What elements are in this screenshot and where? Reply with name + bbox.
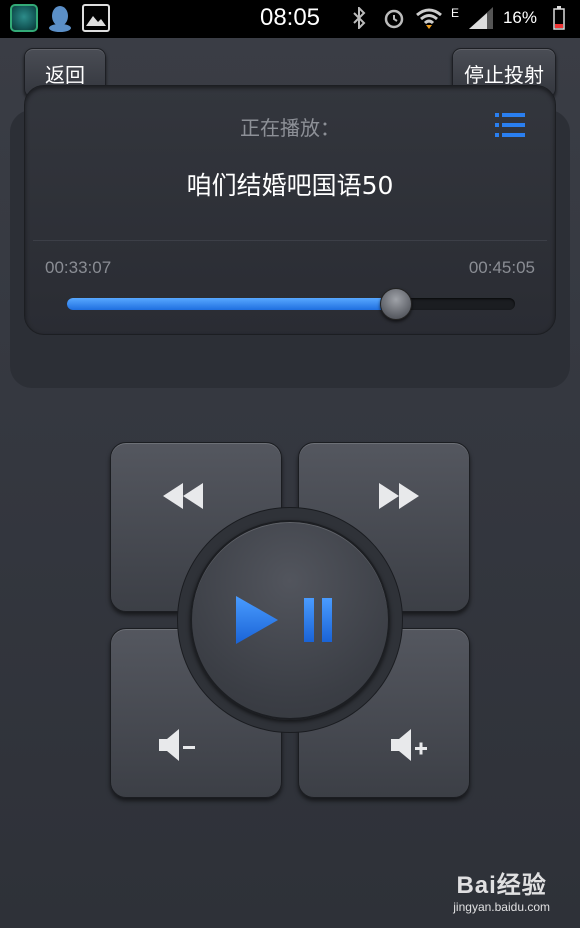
alarm-icon	[381, 5, 407, 31]
total-time: 00:45:05	[468, 258, 535, 277]
watermark-logo: Bai经验	[456, 872, 547, 899]
battery-percent: 16%	[502, 8, 537, 27]
network-type-label: E	[450, 6, 459, 20]
panel-divider	[33, 240, 547, 241]
bluetooth-icon	[346, 5, 372, 31]
battery-icon	[546, 5, 572, 31]
progress-fill	[67, 298, 397, 310]
watermark-url: jingyan.baidu.com	[453, 900, 550, 914]
current-time: 00:33:07	[45, 258, 112, 277]
now-playing-panel: 正在播放： 咱们结婚吧国语50 00:33:07 00:45:05	[24, 85, 556, 335]
now-playing-label: 正在播放：	[240, 116, 340, 140]
song-title: 咱们结婚吧国语50	[186, 171, 394, 200]
rewind-icon	[163, 483, 203, 509]
play-pause-button[interactable]	[190, 520, 390, 720]
status-bar: 08:05 E 16%	[0, 0, 580, 38]
fast-forward-icon	[379, 483, 419, 509]
system-icons: E 16%	[346, 5, 572, 31]
volume-up-icon	[391, 729, 427, 761]
playlist-icon[interactable]	[495, 112, 525, 138]
wifi-icon	[415, 5, 442, 31]
volume-down-icon	[159, 729, 195, 761]
play-pause-icon	[236, 596, 332, 644]
baidu-watermark: Bai经验 jingyan.baidu.com	[453, 865, 550, 914]
progress-slider[interactable]	[67, 288, 515, 320]
control-pad	[110, 442, 470, 798]
progress-thumb[interactable]	[380, 288, 413, 320]
signal-icon	[468, 5, 494, 31]
